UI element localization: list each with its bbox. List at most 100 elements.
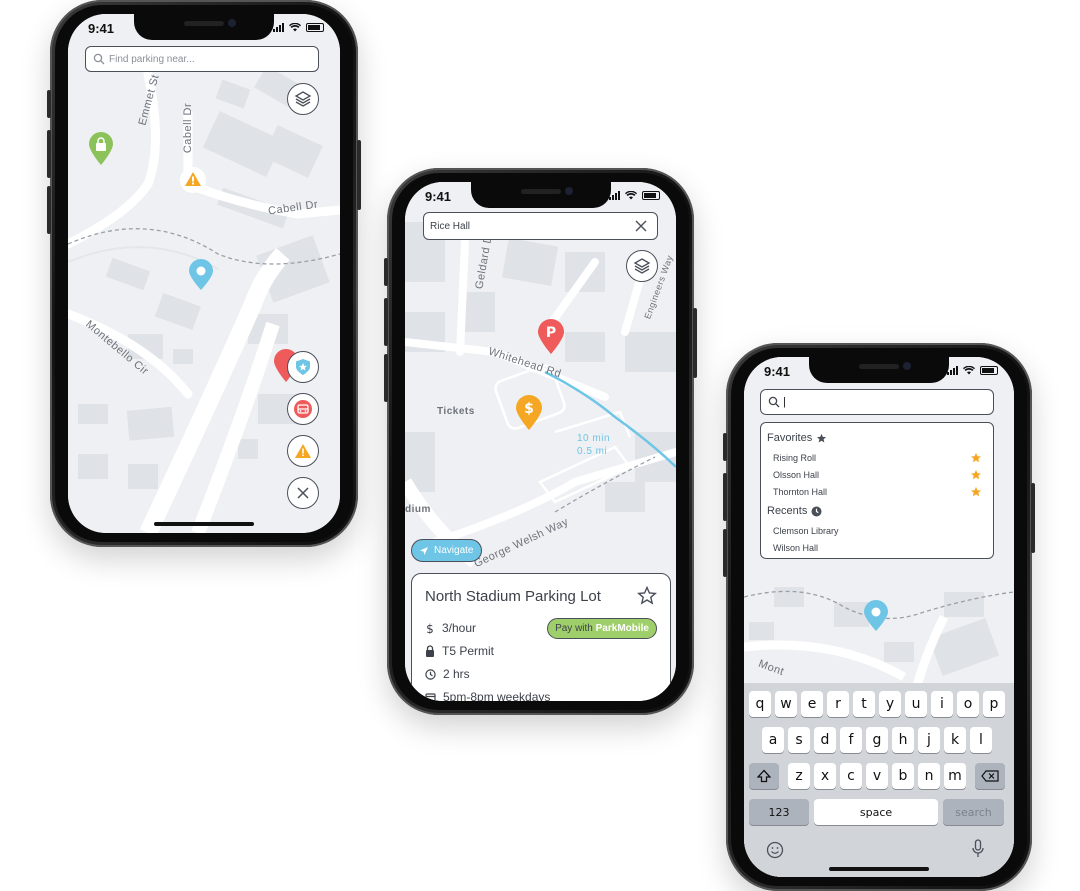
lock-pin-icon[interactable] (88, 132, 114, 166)
lot-detail-card: North Stadium Parking Lot $ 3/hour Pay w… (411, 573, 671, 701)
key[interactable]: c (840, 763, 862, 789)
status-time: 9:41 (88, 21, 115, 36)
key[interactable]: k (944, 727, 966, 753)
key[interactable]: l (970, 727, 992, 753)
shift-key[interactable] (749, 763, 779, 789)
key[interactable]: s (788, 727, 810, 753)
favorites-label: Favorites (767, 432, 813, 444)
bus-icon (294, 400, 312, 418)
key[interactable]: p (983, 691, 1005, 717)
recent-item[interactable]: Clemson Library (773, 526, 839, 536)
key[interactable]: r (827, 691, 849, 717)
search-input[interactable]: Find parking near... (85, 46, 319, 72)
navigate-button[interactable]: Navigate (411, 539, 483, 562)
key[interactable]: t (853, 691, 875, 717)
key[interactable]: w (775, 691, 797, 717)
pay-prefix: Pay with (555, 623, 596, 634)
key[interactable]: b (892, 763, 914, 789)
key[interactable]: i (931, 691, 953, 717)
numbers-key[interactable]: 123 (749, 799, 809, 825)
recent-item[interactable]: Wilson Hall (773, 543, 818, 553)
route-distance: 0.5 mi (577, 446, 608, 457)
location-pin-icon[interactable] (863, 600, 889, 632)
svg-text:P: P (546, 325, 556, 341)
space-key[interactable]: space (814, 799, 938, 825)
search-icon (93, 53, 105, 65)
lot-title: North Stadium Parking Lot (425, 588, 601, 605)
hours-value: 5pm-8pm weekdays (443, 690, 551, 701)
key[interactable]: h (892, 727, 914, 753)
notch (809, 357, 949, 383)
recents-label: Recents (767, 505, 808, 517)
search-placeholder: Find parking near... (109, 53, 195, 65)
search-input[interactable]: | (760, 389, 994, 415)
key[interactable]: f (840, 727, 862, 753)
price-row: $ 3/hour (425, 621, 476, 635)
favorite-star-icon[interactable] (970, 469, 982, 481)
lock-icon (426, 645, 434, 657)
wifi-icon (625, 190, 637, 199)
key[interactable]: g (866, 727, 888, 753)
warning-icon (295, 444, 311, 458)
permit-filter-button[interactable] (287, 351, 319, 383)
layers-icon (294, 91, 312, 107)
pay-parkmobile-button[interactable]: Pay with ParkMobile (547, 618, 657, 639)
key[interactable]: n (918, 763, 940, 789)
key[interactable]: z (788, 763, 810, 789)
favorite-star-icon[interactable] (970, 486, 982, 498)
layers-button[interactable] (287, 83, 319, 115)
favorite-item[interactable]: Rising Roll (773, 453, 816, 463)
favorite-item[interactable]: Olsson Hall (773, 470, 819, 480)
svg-text:$: $ (426, 622, 434, 634)
map-screen: 9:41 Emmet St Cabell Dr Cabell Dr Monteb… (68, 14, 340, 533)
poi-label: dium (405, 504, 431, 515)
price-value: 3/hour (442, 621, 477, 635)
calendar-icon (425, 692, 436, 701)
duration-value: 2 hrs (443, 667, 470, 681)
transit-filter-button[interactable] (287, 393, 319, 425)
hours-row: 5pm-8pm weekdays (425, 690, 550, 701)
key[interactable]: d (814, 727, 836, 753)
wifi-icon (289, 22, 301, 31)
location-pin-icon[interactable] (188, 259, 214, 291)
signal-icon (273, 22, 284, 32)
key[interactable]: q (749, 691, 771, 717)
permit-value: T5 Permit (442, 644, 495, 658)
clear-icon[interactable] (635, 220, 647, 232)
hazard-filter-button[interactable] (287, 435, 319, 467)
key[interactable]: a (762, 727, 784, 753)
key[interactable]: u (905, 691, 927, 717)
key[interactable]: y (879, 691, 901, 717)
notch (470, 182, 611, 208)
key[interactable]: v (866, 763, 888, 789)
paid-parking-pin-icon[interactable]: $ (515, 395, 543, 431)
close-icon (297, 487, 309, 499)
suggestions-dropdown: Favorites Rising Roll Olsson Hall Thornt… (760, 422, 994, 559)
key[interactable]: x (814, 763, 836, 789)
parking-pin-icon[interactable]: P (537, 319, 565, 355)
favorite-star-icon[interactable] (970, 452, 982, 464)
status-time: 9:41 (764, 364, 791, 379)
layers-button[interactable] (626, 250, 658, 282)
key[interactable]: o (957, 691, 979, 717)
search-key[interactable]: search (943, 799, 1004, 825)
svg-text:$: $ (524, 401, 534, 417)
key[interactable]: m (944, 763, 966, 789)
lot-detail-screen: 9:41 Geldard Dr Whitehead Rd Engineers W… (405, 182, 676, 701)
search-input[interactable]: Rice Hall (423, 212, 658, 240)
poi-label: Tickets (437, 406, 475, 417)
battery-icon (642, 190, 660, 200)
favorite-item[interactable]: Thornton Hall (773, 487, 827, 497)
close-filters-button[interactable] (287, 477, 319, 509)
backspace-key[interactable] (975, 763, 1005, 789)
emoji-icon[interactable] (766, 841, 784, 859)
microphone-icon[interactable] (971, 839, 985, 859)
favorite-star-icon[interactable] (637, 586, 657, 606)
key[interactable]: j (918, 727, 940, 753)
navigate-label: Navigate (434, 545, 474, 556)
key[interactable]: e (801, 691, 823, 717)
layers-icon (633, 258, 651, 274)
warning-marker-icon[interactable] (179, 166, 207, 194)
battery-icon (980, 365, 998, 375)
shield-star-icon (296, 359, 310, 375)
